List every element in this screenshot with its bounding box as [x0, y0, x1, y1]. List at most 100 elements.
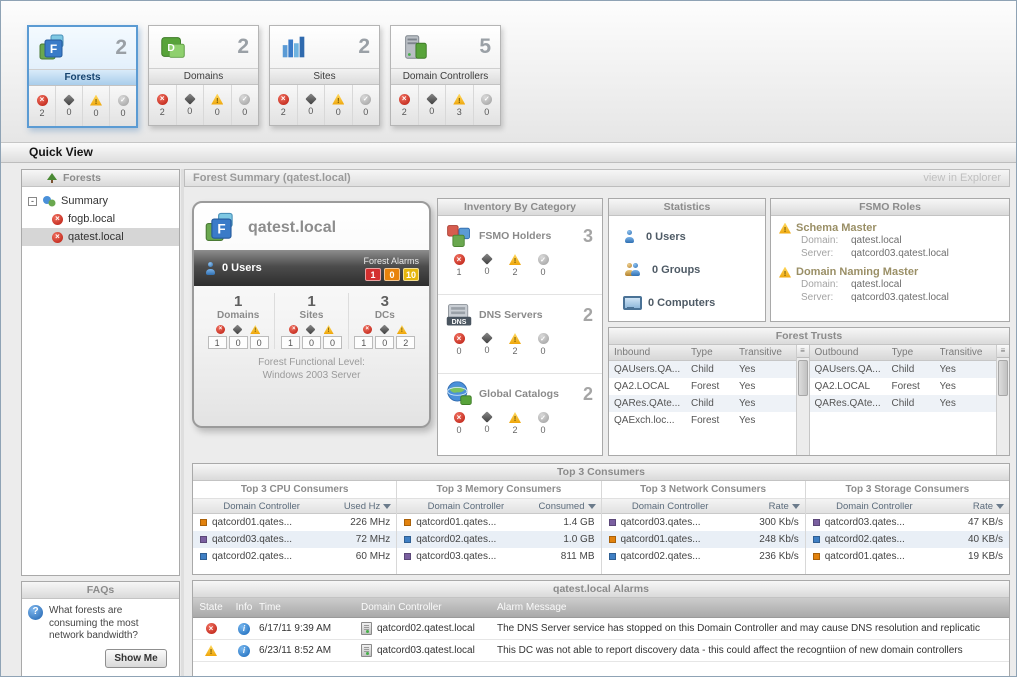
column-header[interactable]: Rate	[769, 501, 789, 512]
consumer-dc: qatcord01.qates...	[621, 534, 741, 545]
tree-item-summary[interactable]: Summary	[22, 192, 179, 210]
inventory-item-global-catalogs[interactable]: Global Catalogs 2 0 0 2 0	[438, 374, 602, 453]
field-chooser-icon[interactable]	[997, 345, 1009, 358]
outbound-trusts-scrollbar[interactable]	[996, 345, 1009, 455]
ok-status-cell[interactable]: 0	[353, 85, 380, 125]
view-in-explorer-link[interactable]: view in Explorer	[923, 172, 1001, 184]
consumer-row[interactable]: qatcord01.qates...1.4 GB	[397, 514, 600, 531]
tree-item-fogb-local[interactable]: fogb.local	[22, 210, 179, 228]
inbound-trusts-header-row[interactable]: Inbound Type Transitive	[609, 345, 796, 361]
trust-row[interactable]: QARes.QAte... Child Yes	[609, 395, 796, 412]
tile-domains[interactable]: D 2 Domains 2 0 0 0	[148, 25, 259, 126]
alarm-row[interactable]: 6/23/11 8:52 AM qatcord03.qatest.local T…	[193, 640, 1009, 662]
trust-row[interactable]: QAExch.loc... Forest Yes	[609, 412, 796, 429]
warning-alarm-badge[interactable]: 10	[403, 268, 419, 281]
critical-status-cell[interactable]: 0	[298, 85, 326, 125]
column-header[interactable]: Domain Controller	[193, 501, 330, 512]
column-header[interactable]: Domain Controller	[602, 501, 739, 512]
column-header[interactable]: Used Hz	[344, 501, 380, 512]
consumer-row[interactable]: qatcord01.qates...226 MHz	[193, 514, 396, 531]
column-header[interactable]: Inbound	[609, 347, 691, 358]
tree-item-qatest-local[interactable]: qatest.local	[22, 228, 179, 246]
error-status-cell[interactable]: 2	[391, 85, 419, 125]
ok-status-cell[interactable]: 0	[474, 85, 501, 125]
trust-row[interactable]: QA2.LOCAL Forest Yes	[810, 378, 997, 395]
critical-diamond-icon	[305, 93, 316, 104]
consumer-header-row[interactable]: Domain Controller Rate	[806, 498, 1009, 514]
consumer-table-title: Top 3 Storage Consumers	[806, 481, 1009, 498]
consumer-row[interactable]: qatcord02.qates...1.0 GB	[397, 531, 600, 548]
column-header[interactable]: Rate	[973, 501, 993, 512]
error-icon	[454, 333, 465, 344]
tile-sites[interactable]: 2 Sites 2 0 0 0	[269, 25, 380, 126]
consumer-header-row[interactable]: Domain Controller Consumed	[397, 498, 600, 514]
consumer-row[interactable]: qatcord02.qates...60 MHz	[193, 548, 396, 565]
consumer-row[interactable]: qatcord03.qates...47 KB/s	[806, 514, 1009, 531]
column-header[interactable]: Alarm Message	[497, 602, 1009, 613]
trust-row[interactable]: QAUsers.QA... Child Yes	[810, 361, 997, 378]
consumer-dc: qatcord01.qates...	[212, 517, 332, 528]
column-header[interactable]: State	[193, 602, 229, 613]
series-color-swatch	[404, 519, 411, 526]
info-icon[interactable]	[238, 645, 250, 657]
critical-alarm-badge[interactable]: 0	[384, 268, 400, 281]
column-header[interactable]: Consumed	[539, 501, 585, 512]
column-header[interactable]: Outbound	[810, 347, 892, 358]
consumer-row[interactable]: qatcord01.qates...248 Kb/s	[602, 531, 805, 548]
trust-row[interactable]: QARes.QAte... Child Yes	[810, 395, 997, 412]
inbound-trusts-scrollbar[interactable]	[796, 345, 809, 455]
column-header[interactable]: Transitive	[739, 347, 796, 358]
column-header[interactable]: Info	[229, 602, 259, 613]
column-header[interactable]: Domain Controller	[361, 602, 497, 613]
tile-domain-controllers[interactable]: 5 Domain Controllers 2 0 3 0	[390, 25, 501, 126]
outbound-trusts-header-row[interactable]: Outbound Type Transitive	[810, 345, 997, 361]
consumer-header-row[interactable]: Domain Controller Used Hz	[193, 498, 396, 514]
consumer-row[interactable]: qatcord02.qates...40 KB/s	[806, 531, 1009, 548]
error-status-cell[interactable]: 2	[149, 85, 177, 125]
info-icon[interactable]	[238, 623, 250, 635]
inventory-item-fsmo-holders[interactable]: FSMO Holders 3 1 0 2 0	[438, 216, 602, 295]
critical-status-cell[interactable]: 0	[177, 85, 205, 125]
error-icon	[454, 254, 465, 265]
collapse-icon[interactable]	[28, 197, 37, 206]
column-header[interactable]: Type	[691, 347, 739, 358]
column-header[interactable]: Time	[259, 602, 361, 613]
warning-status-cell[interactable]: 0	[204, 85, 232, 125]
error-status-cell[interactable]: 2	[29, 86, 56, 126]
ok-status-cell[interactable]: 0	[110, 86, 136, 126]
scrollbar-thumb[interactable]	[998, 360, 1008, 396]
trust-row[interactable]: QA2.LOCAL Forest Yes	[609, 378, 796, 395]
consumer-row[interactable]: qatcord01.qates...19 KB/s	[806, 548, 1009, 565]
consumer-row[interactable]: qatcord03.qates...72 MHz	[193, 531, 396, 548]
consumer-row[interactable]: qatcord02.qates...236 Kb/s	[602, 548, 805, 565]
trust-row[interactable]: QAUsers.QA... Child Yes	[609, 361, 796, 378]
warning-status-cell[interactable]: 0	[325, 85, 353, 125]
error-alarm-badge[interactable]: 1	[365, 268, 381, 281]
scrollbar-thumb[interactable]	[798, 360, 808, 396]
alarms-header-row[interactable]: State Info Time Domain Controller Alarm …	[193, 598, 1009, 618]
critical-status-cell[interactable]: 0	[419, 85, 447, 125]
sidebar-splitter[interactable]	[181, 169, 184, 676]
warning-status-cell[interactable]: 0	[83, 86, 110, 126]
stat-computers: 0 Computers	[609, 282, 765, 315]
consumer-header-row[interactable]: Domain Controller Rate	[602, 498, 805, 514]
column-header[interactable]: Type	[892, 347, 940, 358]
tile-forests[interactable]: F 2 Forests 2 0 0 0	[27, 25, 138, 128]
critical-status-cell[interactable]: 0	[56, 86, 83, 126]
critical-diamond-icon	[481, 411, 492, 422]
warning-status-cell[interactable]: 3	[446, 85, 474, 125]
column-header[interactable]: Domain Controller	[806, 501, 943, 512]
ok-count: 0	[484, 107, 489, 117]
consumer-row[interactable]: qatcord03.qates...300 Kb/s	[602, 514, 805, 531]
inventory-item-dns-servers[interactable]: DNS DNS Servers 2 0 0 2 0	[438, 295, 602, 374]
column-header[interactable]: Transitive	[940, 347, 997, 358]
ok-status-cell[interactable]: 0	[232, 85, 259, 125]
alarm-row[interactable]: 6/17/11 9:39 AM qatcord02.qatest.local T…	[193, 618, 1009, 640]
consumer-row[interactable]: qatcord03.qates...811 MB	[397, 548, 600, 565]
column-header[interactable]: Domain Controller	[397, 501, 534, 512]
field-chooser-icon[interactable]	[797, 345, 809, 358]
critical-count: 0	[484, 345, 489, 355]
error-status-cell[interactable]: 2	[270, 85, 298, 125]
show-me-button[interactable]: Show Me	[105, 649, 167, 668]
warning-count: 2	[512, 425, 517, 435]
